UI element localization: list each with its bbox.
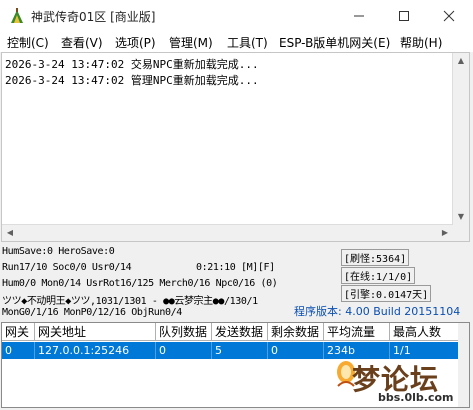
online-counter: [在线:1/1/0] (341, 267, 416, 284)
table-cell: 127.0.0.1:25246 (35, 342, 156, 359)
column-header[interactable]: 平均流量 (324, 323, 390, 341)
app-logo-icon (11, 8, 23, 23)
column-header[interactable]: 网关地址 (35, 323, 156, 341)
minimize-button[interactable] (337, 0, 381, 32)
scroll-up-icon[interactable]: ▲ (453, 53, 469, 69)
maximize-icon (399, 11, 409, 21)
maximize-button[interactable] (382, 0, 426, 32)
log-line: 2026-3-24 13:47:02 交易NPC重新加载完成... (5, 58, 259, 71)
scroll-left-icon[interactable]: ◀ (2, 225, 18, 241)
table-cell: 5 (212, 342, 268, 359)
scroll-right-icon[interactable]: ▶ (437, 225, 453, 241)
menu-control[interactable]: 控制(C) (7, 34, 49, 51)
table-cell: 0 (2, 342, 35, 359)
column-header[interactable]: 网关 (2, 323, 35, 341)
status-players: ツツ◆不动明王◆ツツ,1031/1301 - ●●云梦宗主●●/130/1 (2, 296, 258, 307)
title-bar[interactable]: 神武传奇01区 [商业版] (0, 0, 473, 32)
status-monsters: MonG0/1/16 MonP0/12/16 ObjRun0/4 (2, 307, 182, 318)
table-cell: 0 (156, 342, 212, 359)
window-title: 神武传奇01区 [商业版] (31, 10, 156, 24)
watermark-url: bbs.0lb.com (378, 391, 454, 404)
scroll-down-icon[interactable]: ▼ (453, 209, 469, 225)
menu-options[interactable]: 选项(P) (115, 34, 156, 51)
status-save: HumSave:0 HeroSave:0 (2, 246, 115, 257)
refresh-monster-counter: [刷怪:5364] (341, 249, 410, 266)
menu-help[interactable]: 帮助(H) (400, 34, 442, 51)
program-version: 程序版本: 4.00 Build 20151104 (294, 305, 461, 318)
scrollbar-corner (453, 225, 469, 241)
status-time: 0:21:10 [M][F] (196, 262, 275, 273)
close-button[interactable] (427, 0, 471, 32)
status-counts: Hum0/0 Mon0/14 UsrRot16/125 Merch0/16 Np… (2, 278, 278, 289)
log-vertical-scrollbar[interactable]: ▲ ▼ (452, 53, 469, 225)
engine-uptime: [引擎:0.0147天] (341, 285, 432, 302)
menu-manage[interactable]: 管理(M) (169, 34, 213, 51)
column-header[interactable]: 发送数据 (212, 323, 268, 341)
minimize-icon (354, 15, 364, 17)
log-horizontal-scrollbar[interactable]: ◀ ▶ (2, 224, 453, 241)
column-header[interactable]: 最高人数 (390, 323, 460, 341)
status-run: Run17/10 Soc0/0 Usr0/14 (2, 262, 132, 273)
menu-bar: 控制(C) 查看(V) 选项(P) 管理(M) 工具(T) ESP-B版单机网关… (0, 32, 473, 53)
log-panel[interactable]: 2026-3-24 13:47:02 交易NPC重新加载完成... 2026-3… (1, 52, 470, 242)
close-icon (443, 10, 455, 22)
menu-gateway[interactable]: ESP-B版单机网关(E) (279, 34, 390, 51)
log-line: 2026-3-24 13:47:02 管理NPC重新加载完成... (5, 74, 259, 87)
menu-view[interactable]: 查看(V) (61, 34, 103, 51)
menu-tools[interactable]: 工具(T) (227, 34, 268, 51)
column-header[interactable]: 剩余数据 (268, 323, 324, 341)
column-header[interactable]: 队列数据 (156, 323, 212, 341)
table-cell: 0 (268, 342, 324, 359)
